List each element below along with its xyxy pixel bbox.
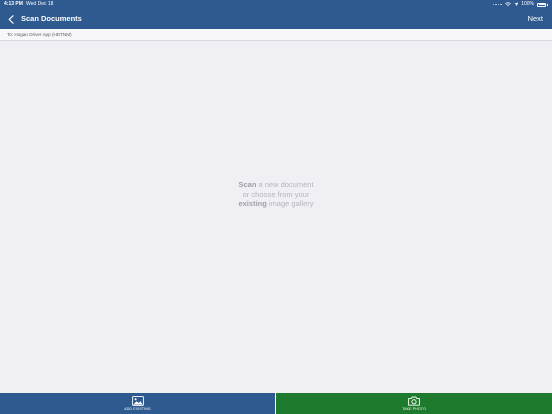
image-gallery-icon bbox=[131, 396, 144, 406]
take-photo-label: TAKE PHOTO bbox=[402, 407, 426, 411]
chevron-left-icon bbox=[8, 14, 14, 24]
status-indicators: 100% bbox=[492, 0, 548, 9]
add-existing-button[interactable]: ADD EXISTING bbox=[0, 393, 276, 414]
take-photo-button[interactable]: TAKE PHOTO bbox=[276, 393, 552, 414]
empty-state-line-2: or choose from your bbox=[242, 189, 310, 199]
camera-icon bbox=[408, 396, 420, 406]
battery-percent: 100% bbox=[521, 1, 534, 7]
navigation-bar: Scan Documents Next bbox=[0, 9, 552, 29]
next-button[interactable]: Next bbox=[528, 9, 543, 29]
empty-state-line-1: Scan a new document bbox=[176, 180, 376, 190]
status-time: 4:13 PM bbox=[4, 1, 23, 7]
wifi-icon bbox=[504, 2, 511, 7]
scan-emphasis: Scan bbox=[238, 180, 257, 189]
recipient-label: To: Hogan Driver App (HDTNM) bbox=[7, 32, 72, 37]
page-title: Scan Documents bbox=[21, 14, 82, 23]
bottom-action-bar: ADD EXISTING TAKE PHOTO bbox=[0, 393, 552, 414]
status-date: Wed Dec 18 bbox=[26, 1, 54, 7]
empty-state-line-3: existing image gallery bbox=[176, 199, 376, 209]
app-root: 4:13 PM Wed Dec 18 100% Scan Documents N… bbox=[0, 0, 552, 414]
back-button[interactable] bbox=[5, 12, 17, 26]
recipient-row: To: Hogan Driver App (HDTNM) bbox=[0, 29, 552, 41]
add-existing-label: ADD EXISTING bbox=[124, 407, 151, 411]
signal-icon bbox=[492, 3, 502, 6]
empty-state-line-3-rest: image gallery bbox=[266, 199, 314, 208]
battery-icon bbox=[537, 2, 546, 7]
status-bar: 4:13 PM Wed Dec 18 100% bbox=[0, 0, 552, 9]
location-arrow-icon bbox=[513, 2, 518, 7]
empty-state-line-1-rest: a new document bbox=[256, 180, 314, 189]
empty-state-message: Scan a new document or choose from your … bbox=[176, 180, 376, 209]
existing-emphasis: existing bbox=[238, 199, 267, 208]
